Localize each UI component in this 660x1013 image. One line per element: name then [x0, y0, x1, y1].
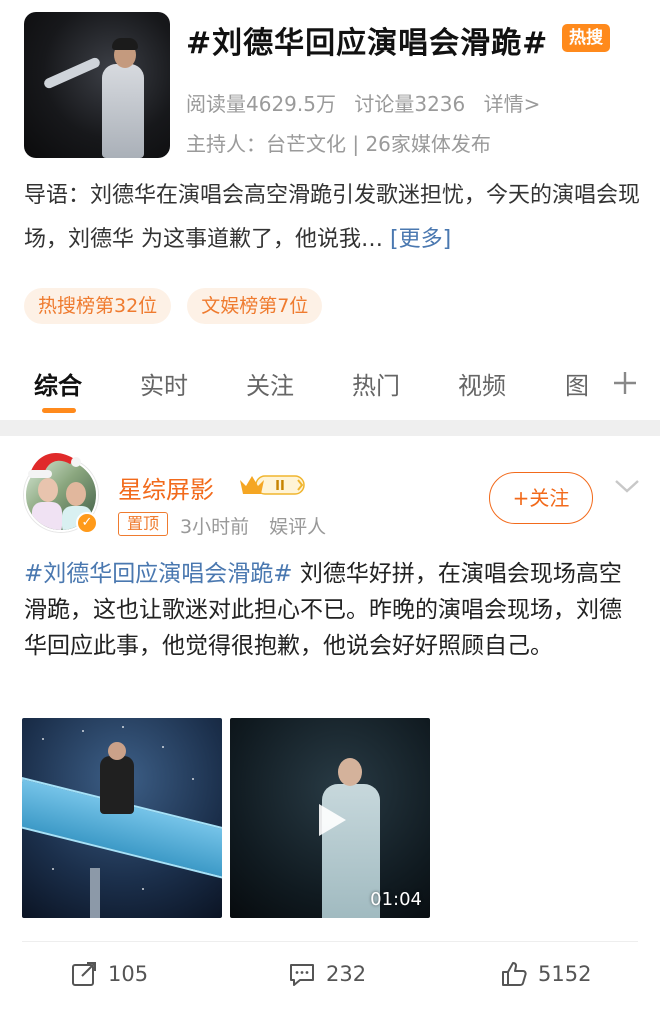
tab-bar: 综合 实时 关注 热门 视频 图 — [0, 360, 660, 416]
post-video[interactable]: 01:04 — [230, 718, 430, 918]
play-icon[interactable] — [316, 802, 348, 838]
video-duration: 01:04 — [370, 889, 422, 910]
intro-text: 导语：刘德华在演唱会高空滑跪引发歌迷担忧，今天的演唱会现场，刘德华 为这事道歉了… — [24, 183, 641, 252]
action-divider — [22, 941, 638, 942]
comment-count: 232 — [326, 962, 367, 986]
topic-card: #刘德华回应演唱会滑跪# 热搜 阅读量4629.5万 讨论量3236 详情> 主… — [0, 0, 660, 430]
rank-tags: 热搜榜第32位 文娱榜第7位 — [24, 288, 323, 324]
post-text: #刘德华回应演唱会滑跪# 刘德华好拼，在演唱会现场高空滑跪，这也让歌迷对此担心不… — [24, 556, 640, 664]
topic-host: 主持人：台芒文化 | 26家媒体发布 — [186, 132, 491, 156]
comment-button[interactable]: 232 — [288, 960, 366, 988]
like-button[interactable]: 5152 — [500, 960, 591, 988]
entertainment-rank-tag[interactable]: 文娱榜第7位 — [187, 288, 323, 324]
discussion-count: 讨论量3236 — [354, 92, 466, 116]
tab-image[interactable]: 图 — [565, 366, 589, 401]
repost-icon — [72, 962, 96, 986]
hot-search-rank-tag[interactable]: 热搜榜第32位 — [24, 288, 172, 324]
santa-hat-icon — [28, 452, 81, 478]
pinned-tag: 置顶 — [118, 512, 168, 536]
username[interactable]: 星综屏影 — [118, 470, 214, 505]
read-count: 阅读量4629.5万 — [186, 92, 336, 116]
repost-count: 105 — [108, 962, 149, 986]
active-tab-indicator — [42, 408, 76, 413]
details-link[interactable]: 详情> — [484, 92, 541, 116]
chevron-down-icon[interactable] — [612, 476, 642, 496]
topic-intro: 导语：刘德华在演唱会高空滑跪引发歌迷担忧，今天的演唱会现场，刘德华 为这事道歉了… — [24, 174, 640, 262]
comment-icon — [290, 964, 314, 986]
tab-video[interactable]: 视频 — [458, 366, 506, 401]
post-card[interactable]: ✓ 星综屏影 II 置顶 3小时前 娱评人 +关注 #刘德华回应演唱会滑跪# 刘… — [0, 436, 660, 1013]
tab-realtime[interactable]: 实时 — [140, 366, 188, 401]
svg-text:II: II — [275, 479, 285, 494]
tab-following[interactable]: 关注 — [246, 366, 294, 401]
hot-badge: 热搜 — [562, 24, 610, 52]
post-time: 3小时前 — [180, 516, 250, 538]
like-icon — [502, 962, 527, 986]
like-count: 5152 — [538, 962, 592, 986]
tab-comprehensive[interactable]: 综合 — [34, 366, 82, 401]
follow-button[interactable]: +关注 — [489, 472, 593, 524]
repost-button[interactable]: 105 — [70, 960, 148, 988]
more-link[interactable]: [更多] — [390, 227, 451, 252]
topic-cover-image[interactable] — [24, 12, 170, 158]
level-badge-icon: II — [240, 475, 305, 495]
topic-stats: 阅读量4629.5万 讨论量3236 详情> — [186, 88, 552, 117]
verified-icon: ✓ — [76, 512, 98, 534]
section-separator — [0, 420, 660, 436]
post-meta: 3小时前 娱评人 — [180, 512, 340, 539]
post-topic-link[interactable]: #刘德华回应演唱会滑跪# — [24, 561, 293, 587]
post-image[interactable] — [22, 718, 222, 918]
plus-icon[interactable] — [612, 370, 638, 396]
topic-title: #刘德华回应演唱会滑跪# — [186, 26, 549, 61]
post-category: 娱评人 — [269, 516, 327, 538]
tab-hot[interactable]: 热门 — [352, 366, 400, 401]
